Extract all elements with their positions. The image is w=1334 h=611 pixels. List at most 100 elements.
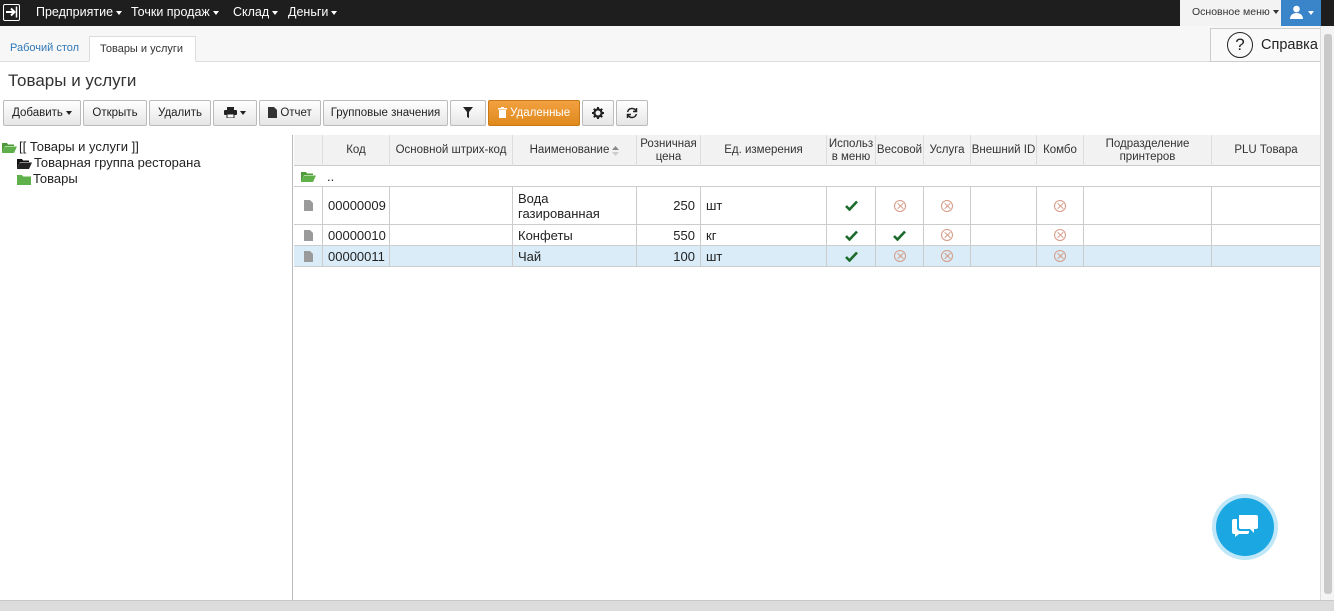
cell-service[interactable] (923, 225, 970, 245)
exit-icon[interactable] (3, 4, 20, 21)
cell-weighted[interactable] (875, 187, 923, 224)
tab-bar: Рабочий стол Товары и услуги (0, 26, 1320, 62)
refresh-button[interactable] (616, 100, 648, 126)
table-row[interactable]: 00000009 Вода газированная 250 шт (294, 187, 1320, 225)
table-row[interactable]: 00000011 Чай 100 шт (294, 246, 1320, 267)
top-bar: Предприятие Точки продаж Склад Деньги Ос… (0, 0, 1334, 26)
check-icon (844, 230, 858, 241)
header-retail-price[interactable]: Розничная цена (636, 135, 700, 166)
report-button[interactable]: Отчет (259, 100, 321, 126)
cell-service[interactable] (923, 246, 970, 266)
trash-icon (497, 107, 507, 119)
chevron-down-icon (1308, 11, 1314, 15)
cell-name: Конфеты (512, 225, 636, 245)
cell-in-menu[interactable] (826, 187, 875, 224)
help-icon: ? (1227, 32, 1253, 58)
chat-button[interactable] (1216, 498, 1274, 556)
header-plu[interactable]: PLU Товара (1211, 135, 1320, 166)
tree-root[interactable]: [[ Товары и услуги ]] (2, 139, 139, 154)
menu-warehouse[interactable]: Склад (233, 0, 279, 26)
cell-combo[interactable] (1036, 187, 1083, 224)
check-icon (844, 251, 858, 262)
tree-item-goods[interactable]: Товары (17, 171, 78, 186)
header-code[interactable]: Код (322, 135, 389, 166)
cross-circle-icon (941, 250, 953, 262)
cell-unit: кг (700, 225, 826, 245)
cell-ext-id (970, 246, 1036, 266)
table-row-parent[interactable]: .. (294, 166, 1320, 187)
cell-icon (294, 225, 322, 245)
tree-item-restaurant-group[interactable]: Товарная группа ресторана (17, 155, 201, 170)
print-button[interactable] (213, 100, 257, 126)
header-name[interactable]: Наименование (512, 135, 636, 166)
folder-open-icon (294, 166, 322, 186)
cell-price: 550 (636, 225, 700, 245)
user-menu-button[interactable] (1281, 0, 1321, 26)
cell-service[interactable] (923, 187, 970, 224)
menu-enterprise[interactable]: Предприятие (36, 0, 123, 26)
cell-printer (1083, 246, 1211, 266)
file-icon (303, 229, 313, 241)
deleted-toggle-button[interactable]: Удаленные (488, 100, 580, 126)
horizontal-scrollbar[interactable] (0, 600, 1334, 611)
header-combo[interactable]: Комбо (1036, 135, 1083, 166)
add-button[interactable]: Добавить (3, 100, 81, 126)
cross-circle-icon (941, 229, 953, 241)
header-external-id[interactable]: Внешний ID (970, 135, 1036, 166)
file-icon (303, 200, 313, 211)
cell-ext-id (970, 187, 1036, 224)
help-button[interactable]: ? Справка (1210, 28, 1322, 62)
header-unit[interactable]: Ед. измерения (700, 135, 826, 166)
cell-ext-id (970, 225, 1036, 245)
header-in-menu[interactable]: Использ в меню (826, 135, 875, 166)
open-button[interactable]: Открыть (83, 100, 147, 126)
menu-money[interactable]: Деньги (288, 0, 338, 26)
header-weighted[interactable]: Весовой (875, 135, 923, 166)
cross-circle-icon (893, 199, 906, 212)
goods-grid: Код Основной штрих-код Наименование Розн… (294, 135, 1320, 600)
parent-label: .. (327, 168, 335, 184)
header-barcode[interactable]: Основной штрих-код (389, 135, 512, 166)
group-values-button[interactable]: Групповые значения (323, 100, 448, 126)
main-menu-button[interactable]: Основное меню (1180, 0, 1281, 26)
settings-button[interactable] (582, 100, 614, 126)
category-tree: [[ Товары и услуги ]] Товарная группа ре… (0, 135, 293, 600)
add-button-label: Добавить (12, 107, 63, 119)
cell-weighted[interactable] (875, 225, 923, 245)
filter-button[interactable] (450, 100, 486, 126)
folder-open-icon (17, 159, 32, 169)
cross-circle-icon (941, 199, 953, 212)
tab-desktop[interactable]: Рабочий стол (0, 36, 89, 62)
menu-sales-points[interactable]: Точки продаж (131, 0, 219, 26)
tree-item-label: Товарная группа ресторана (34, 155, 201, 170)
cell-plu (1211, 246, 1320, 266)
cell-combo[interactable] (1036, 246, 1083, 266)
cell-price: 100 (636, 246, 700, 266)
table-row[interactable]: 00000010 Конфеты 550 кг (294, 225, 1320, 246)
menu-money-label: Деньги (288, 5, 329, 19)
sort-icon (612, 145, 620, 156)
user-icon (1290, 5, 1303, 19)
tree-root-label: [[ Товары и услуги ]] (19, 139, 139, 154)
cell-icon (294, 246, 322, 266)
file-icon (303, 250, 313, 262)
cross-circle-icon (1054, 250, 1066, 262)
delete-button[interactable]: Удалить (149, 100, 211, 126)
cell-combo[interactable] (1036, 225, 1083, 245)
header-printer-division[interactable]: Подразделение принтеров (1083, 135, 1211, 166)
vertical-scrollbar[interactable] (1320, 26, 1334, 600)
header-service[interactable]: Услуга (923, 135, 970, 166)
cell-barcode (389, 225, 512, 245)
cross-circle-icon (1054, 229, 1066, 241)
cell-code: 00000010 (322, 225, 389, 245)
cell-in-menu[interactable] (826, 225, 875, 245)
cell-weighted[interactable] (875, 246, 923, 266)
cell-price: 250 (636, 187, 700, 224)
cell-code: 00000011 (322, 246, 389, 266)
cell-printer (1083, 187, 1211, 224)
scroll-thumb[interactable] (1324, 34, 1332, 594)
chat-icon (1232, 515, 1258, 537)
cell-in-menu[interactable] (826, 246, 875, 266)
tab-goods-services[interactable]: Товары и услуги (89, 36, 196, 62)
header-name-label: Наименование (529, 144, 610, 156)
